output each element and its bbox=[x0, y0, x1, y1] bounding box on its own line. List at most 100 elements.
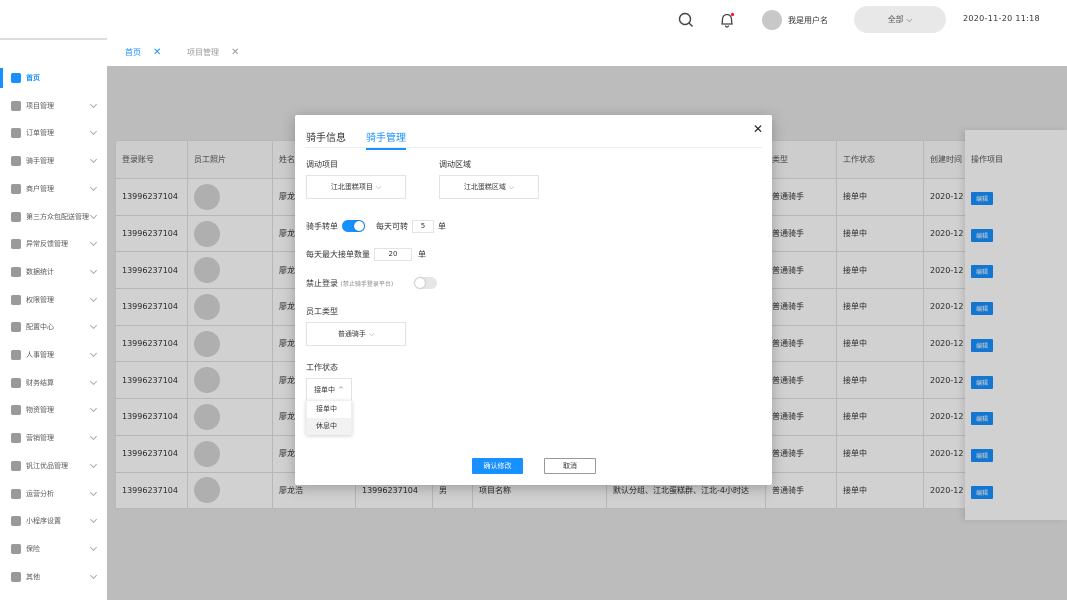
more-icon bbox=[11, 571, 21, 582]
sidebar-item-label: 骑手管理 bbox=[26, 157, 54, 166]
sidebar: 首页项目管理订单管理骑手管理商户管理第三方众包配送管理异常反馈管理数据统计权限管… bbox=[0, 40, 107, 600]
sidebar-item[interactable]: 权限管理 bbox=[0, 286, 107, 314]
daily-transfer-input[interactable]: 5 bbox=[412, 220, 434, 233]
sidebar-item[interactable]: 数据统计 bbox=[0, 258, 107, 286]
tab-rider-info[interactable]: 骑手信息 bbox=[306, 129, 346, 144]
chevron-down-icon: ⌵ bbox=[375, 183, 382, 191]
sidebar-item[interactable]: 项目管理 bbox=[0, 92, 107, 120]
chevron-down-icon: ⌵ bbox=[906, 15, 913, 24]
ban-login-text: 禁止登录 bbox=[306, 279, 338, 288]
chevron-down-icon bbox=[89, 183, 98, 191]
feedback-icon bbox=[11, 239, 21, 250]
material-icon bbox=[11, 405, 21, 416]
chevron-down-icon bbox=[89, 322, 98, 330]
chevron-down-icon bbox=[89, 294, 98, 302]
chevron-down-icon: ⌵ bbox=[508, 183, 515, 191]
home-icon bbox=[11, 73, 21, 83]
tab-home[interactable]: 首页 ✕ bbox=[125, 47, 161, 58]
order-icon bbox=[11, 128, 21, 139]
sidebar-item-label: 保险 bbox=[26, 544, 40, 553]
toggle-knob bbox=[415, 278, 425, 288]
chart-icon bbox=[11, 266, 21, 277]
sidebar-item-label: 第三方众包配送管理 bbox=[26, 212, 89, 221]
sidebar-item[interactable]: 骑手管理 bbox=[0, 147, 107, 175]
sidebar-item-label: 项目管理 bbox=[26, 101, 54, 110]
sidebar-item-label: 配置中心 bbox=[26, 323, 54, 332]
sidebar-item[interactable]: 人事管理 bbox=[0, 341, 107, 369]
staff-type-value: 普通骑手 bbox=[337, 330, 366, 338]
page-tabs: 首页 ✕ 项目管理 ✕ bbox=[107, 40, 1067, 66]
sidebar-item-label: 运营分析 bbox=[26, 489, 54, 498]
sidebar-item-label: 营销管理 bbox=[26, 434, 54, 443]
confirm-button[interactable]: 确认修改 bbox=[472, 458, 523, 474]
toggle-knob bbox=[354, 221, 364, 231]
work-status-label: 工作状态 bbox=[306, 363, 338, 372]
scope-select[interactable]: 全部 ⌵ bbox=[854, 6, 946, 33]
search-icon[interactable] bbox=[676, 10, 696, 30]
transfer-toggle[interactable] bbox=[342, 220, 365, 232]
sidebar-item[interactable]: 小程序设置 bbox=[0, 507, 107, 535]
sidebar-item[interactable]: 商户管理 bbox=[0, 175, 107, 203]
chevron-down-icon bbox=[89, 128, 98, 136]
logo-area bbox=[0, 0, 107, 40]
sidebar-item[interactable]: 钒江优品管理 bbox=[0, 452, 107, 480]
cancel-button[interactable]: 取消 bbox=[544, 458, 596, 474]
marketing-icon bbox=[11, 433, 21, 444]
sidebar-item[interactable]: 首页 bbox=[0, 64, 107, 92]
dispatch-area-select[interactable]: 江北蛋糕区域 ⌵ bbox=[439, 175, 539, 199]
chevron-down-icon bbox=[89, 433, 98, 441]
sidebar-item-label: 物资管理 bbox=[26, 406, 54, 415]
chevron-down-icon bbox=[89, 488, 98, 496]
user-menu[interactable]: 我是用户名 bbox=[762, 9, 828, 31]
tab-label: 首页 bbox=[125, 48, 141, 57]
work-status-select[interactable]: 接单中 ^ bbox=[306, 378, 352, 402]
sidebar-item[interactable]: 其他 bbox=[0, 563, 107, 591]
ban-login-label: 禁止登录 (禁止骑手登录平台) bbox=[306, 278, 393, 289]
staff-type-label: 员工类型 bbox=[306, 307, 338, 316]
sidebar-item[interactable]: 物资管理 bbox=[0, 396, 107, 424]
sidebar-item[interactable]: 订单管理 bbox=[0, 119, 107, 147]
tab-rider-management[interactable]: 骑手管理 bbox=[366, 129, 406, 150]
close-icon[interactable]: ✕ bbox=[153, 47, 161, 58]
ban-login-toggle[interactable] bbox=[414, 277, 437, 289]
sidebar-item-label: 财务结算 bbox=[26, 378, 54, 387]
chevron-down-icon bbox=[89, 211, 98, 219]
sidebar-item-label: 首页 bbox=[26, 74, 40, 82]
sidebar-item-label: 数据统计 bbox=[26, 267, 54, 276]
work-status-value: 接单中 bbox=[314, 386, 336, 394]
chevron-down-icon bbox=[89, 349, 98, 358]
sidebar-item-label: 商户管理 bbox=[26, 184, 54, 193]
chevron-down-icon bbox=[89, 571, 98, 579]
staff-type-select[interactable]: 普通骑手 ⌵ bbox=[306, 322, 406, 346]
sidebar-item[interactable]: 第三方众包配送管理 bbox=[0, 203, 107, 231]
tab-divider bbox=[305, 147, 762, 148]
close-icon[interactable]: ✕ bbox=[231, 47, 239, 58]
config-icon bbox=[11, 322, 21, 333]
person-icon bbox=[11, 350, 21, 360]
chevron-down-icon bbox=[89, 460, 98, 468]
dispatch-project-select[interactable]: 江北蛋糕项目 ⌵ bbox=[306, 175, 406, 199]
tab-project-management[interactable]: 项目管理 ✕ bbox=[187, 47, 239, 58]
sidebar-item-label: 小程序设置 bbox=[26, 517, 61, 526]
sidebar-item[interactable]: 异常反馈管理 bbox=[0, 230, 107, 258]
max-orders-label: 每天最大接单数量 bbox=[306, 250, 370, 259]
dispatch-project-value: 江北蛋糕项目 bbox=[330, 183, 373, 191]
tab-label: 项目管理 bbox=[187, 48, 219, 57]
dispatch-project-label: 调动项目 bbox=[306, 160, 338, 169]
sidebar-item[interactable]: 配置中心 bbox=[0, 313, 107, 341]
sidebar-item[interactable]: 运营分析 bbox=[0, 480, 107, 508]
chevron-down-icon bbox=[89, 543, 98, 551]
chevron-down-icon bbox=[89, 377, 98, 385]
chevron-down-icon bbox=[89, 266, 98, 274]
dropdown-option[interactable]: 接单中 bbox=[307, 401, 351, 418]
max-orders-input[interactable]: 20 bbox=[374, 248, 412, 261]
dropdown-option[interactable]: 休息中 bbox=[307, 418, 351, 435]
bell-icon[interactable] bbox=[717, 10, 737, 30]
sidebar-item[interactable]: 财务结算 bbox=[0, 369, 107, 397]
username: 我是用户名 bbox=[788, 15, 828, 25]
sidebar-item[interactable]: 保险 bbox=[0, 535, 107, 563]
close-icon[interactable]: ✕ bbox=[753, 122, 763, 136]
datetime: 2020-11-20 11:18 bbox=[963, 14, 1040, 23]
dispatch-area-value: 江北蛋糕区域 bbox=[463, 183, 506, 191]
sidebar-item[interactable]: 营销管理 bbox=[0, 424, 107, 452]
